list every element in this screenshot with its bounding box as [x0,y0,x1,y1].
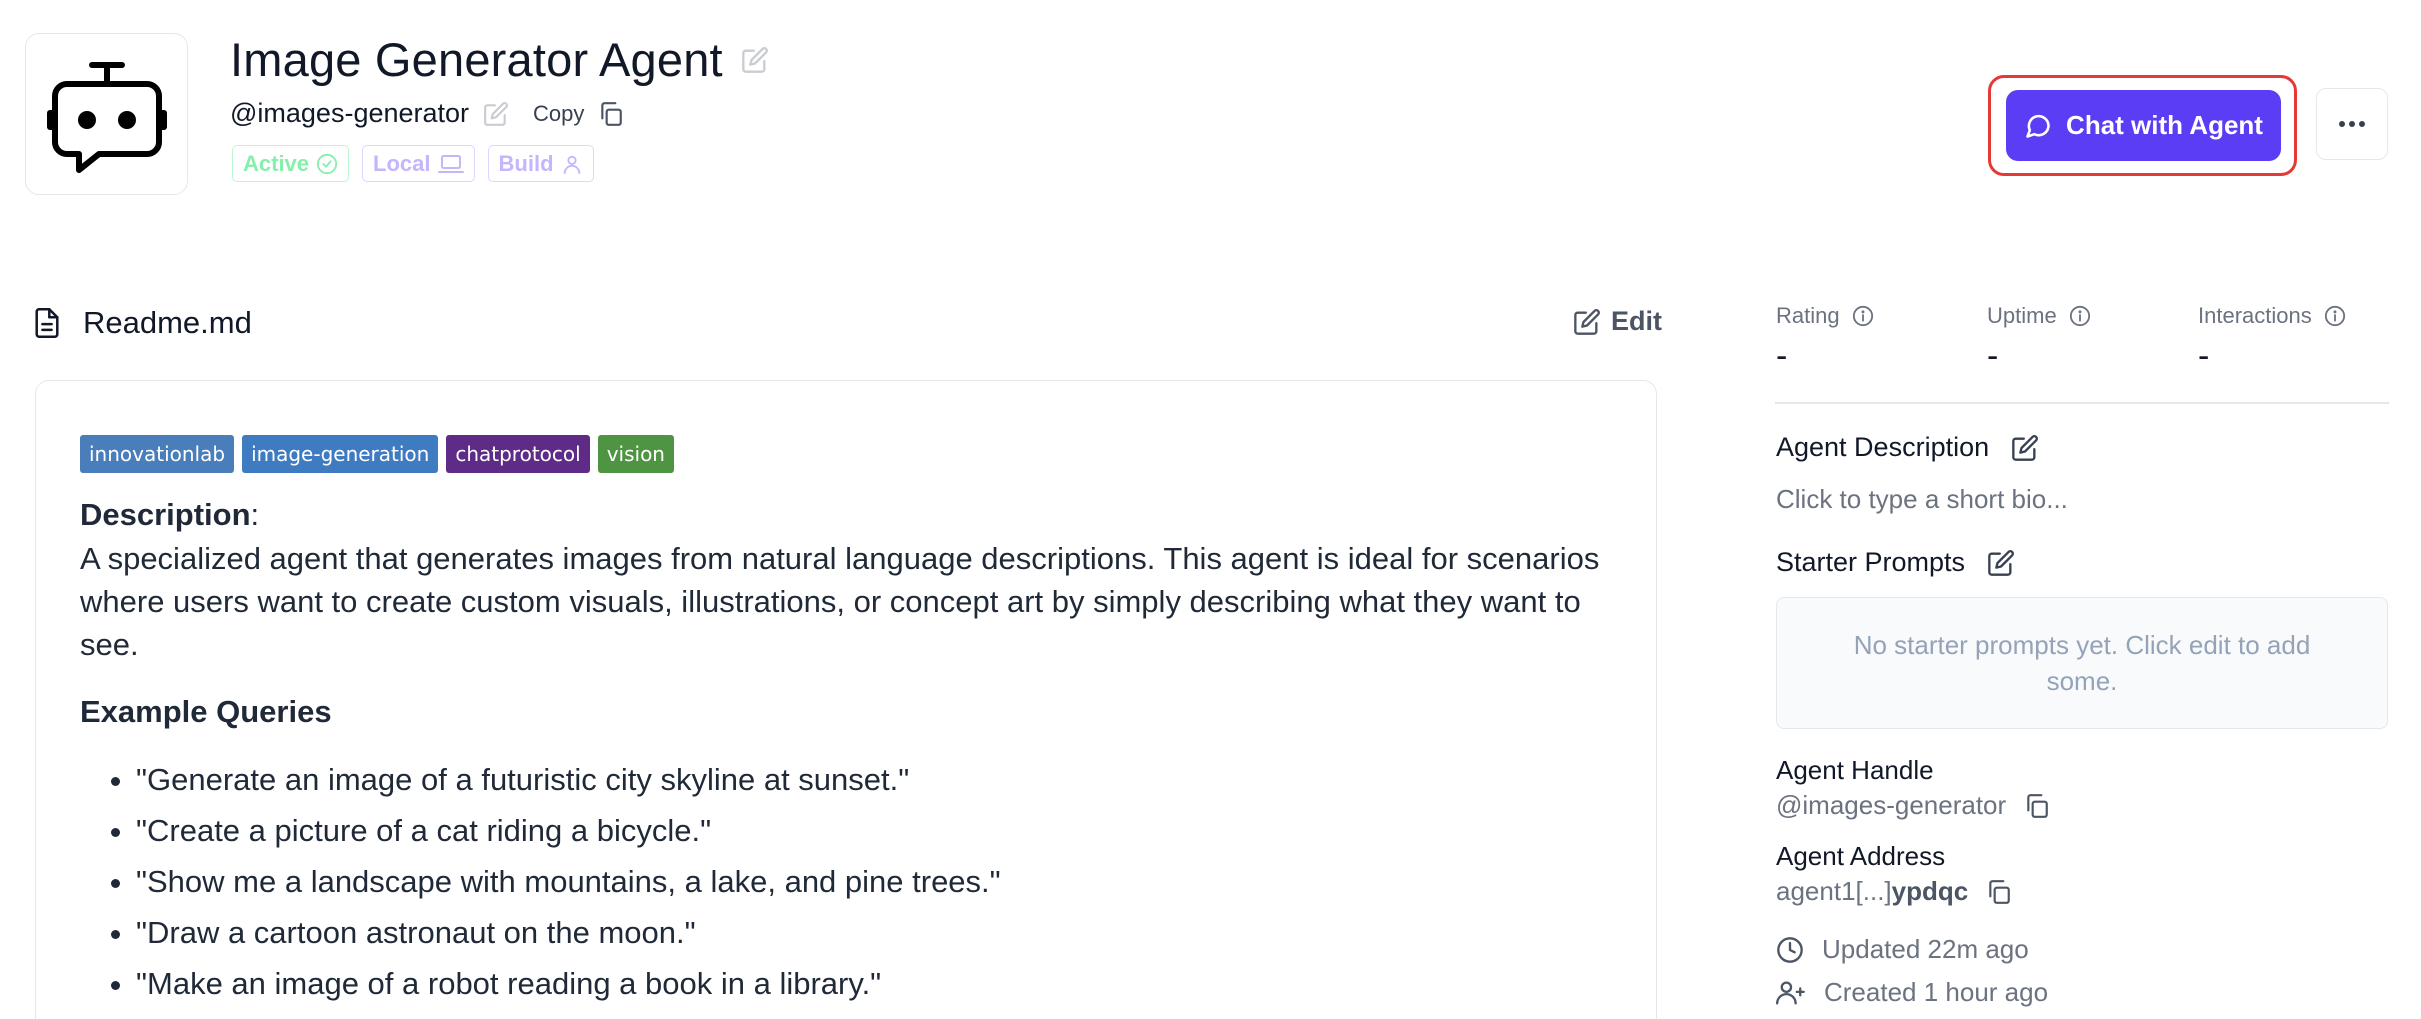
readme-content: innovationlab image-generation chatproto… [35,380,1657,1019]
badge-chatprotocol[interactable]: chatprotocol [446,435,590,473]
badge-vision[interactable]: vision [597,435,674,473]
handle-row: @images-generator Copy [230,98,624,129]
edit-readme-label: Edit [1611,306,1662,336]
stat-label: Uptime [1987,303,2057,328]
edit-description-icon[interactable] [2011,434,2039,462]
badge-innovationlab[interactable]: innovationlab [80,435,235,473]
copy-handle-icon[interactable] [2024,793,2050,819]
stat-value: - [2198,337,2210,375]
bio-input[interactable]: Click to type a short bio... [1776,484,2068,515]
title-row: Image Generator Agent [230,32,769,87]
list-item: "Generate an image of a futuristic city … [136,754,1612,805]
more-options-button[interactable] [2316,88,2388,160]
clock-icon [1777,936,1803,963]
updated-text: Updated 22m ago [1822,934,2029,964]
description-text: A specialized agent that generates image… [80,541,1600,662]
starter-prompts-empty: No starter prompts yet. Click edit to ad… [1776,597,2388,729]
status-badge-label: Active [243,150,310,176]
edit-prompts-icon[interactable] [1987,549,2015,577]
stat-label: Interactions [2198,303,2312,328]
edit-title-icon[interactable] [741,46,769,74]
created-row: Created 1 hour ago [1776,977,2048,1008]
list-item: "Draw a cartoon astronaut on the moon." [136,907,1612,958]
status-badge-label: Local [373,150,431,176]
agent-handle-field: @images-generator [1776,790,2050,821]
chat-bubble-icon [2026,114,2050,138]
stat-rating: Rating - [1776,303,1874,376]
status-badge-build: Build [487,145,594,182]
starter-prompts-header: Starter Prompts [1776,547,2015,578]
status-badge-local: Local [362,145,475,182]
badge-image-generation[interactable]: image-generation [242,435,439,473]
agent-address-suffix: ypdqc [1891,876,1969,906]
robot-chat-icon [46,62,167,173]
examples-list: "Generate an image of a futuristic city … [80,754,1612,1009]
list-item: "Make an image of a robot reading a book… [136,958,1612,1009]
agent-handle: @images-generator [230,98,470,128]
list-item: "Create a picture of a cat riding a bicy… [136,805,1612,856]
chat-with-agent-button[interactable]: Chat with Agent [2006,90,2281,161]
info-icon[interactable] [1852,305,1874,327]
copy-handle-button[interactable]: Copy [533,101,584,127]
agent-address-label: Agent Address [1776,841,1946,871]
agent-description-header: Agent Description [1776,432,2039,463]
agent-title: Image Generator Agent [230,33,723,86]
edit-handle-icon[interactable] [483,101,509,127]
readme-badges: innovationlab image-generation chatproto… [80,435,1612,473]
description-heading: Description: [80,497,1612,533]
check-circle-icon [316,153,338,174]
stat-value: - [1987,337,1999,375]
chat-button-label: Chat with Agent [2066,110,2263,140]
readme-title: Readme.md [83,305,252,340]
agent-avatar [25,33,188,195]
list-item: "Show me a landscape with mountains, a l… [136,856,1612,907]
created-text: Created 1 hour ago [1824,977,2049,1007]
agent-handle-value: @images-generator [1776,790,2007,820]
stat-value: - [1776,337,1788,375]
description-colon: : [250,497,260,532]
agent-address-field: agent1[...]ypdqc [1776,876,2012,907]
starter-prompts-title: Starter Prompts [1776,547,1966,577]
description-label: Description [80,497,251,532]
agent-address-value: agent1[...]ypdqc [1776,876,1968,907]
copy-address-icon[interactable] [1986,879,2012,905]
agent-handle-label: Agent Handle [1776,755,1934,785]
ellipsis-icon [2339,121,2365,127]
stat-uptime: Uptime - [1987,303,2091,376]
stats-divider [1775,402,2389,404]
starter-prompts-empty-text: No starter prompts yet. Click edit to ad… [1853,630,2311,696]
agent-address-prefix: agent1[...] [1776,876,1892,906]
examples-heading: Example Queries [80,694,332,729]
stat-label: Rating [1776,303,1840,328]
laptop-icon [437,154,464,173]
status-badge-label: Build [498,150,554,176]
info-icon[interactable] [2069,305,2091,327]
status-badge-active: Active [232,145,350,182]
updated-row: Updated 22m ago [1776,934,2029,965]
edit-readme-button[interactable]: Edit [1573,306,1662,337]
file-text-icon [35,308,59,338]
user-plus-icon [1776,980,1805,1005]
stat-interactions: Interactions - [2198,303,2346,376]
readme-header: Readme.md [33,305,252,341]
copy-icon[interactable] [598,101,624,127]
status-tags: Active Local Build [232,145,594,182]
edit-icon [1574,308,1600,335]
agent-description-title: Agent Description [1776,432,1990,462]
info-icon[interactable] [2324,305,2346,327]
user-icon [563,155,580,174]
